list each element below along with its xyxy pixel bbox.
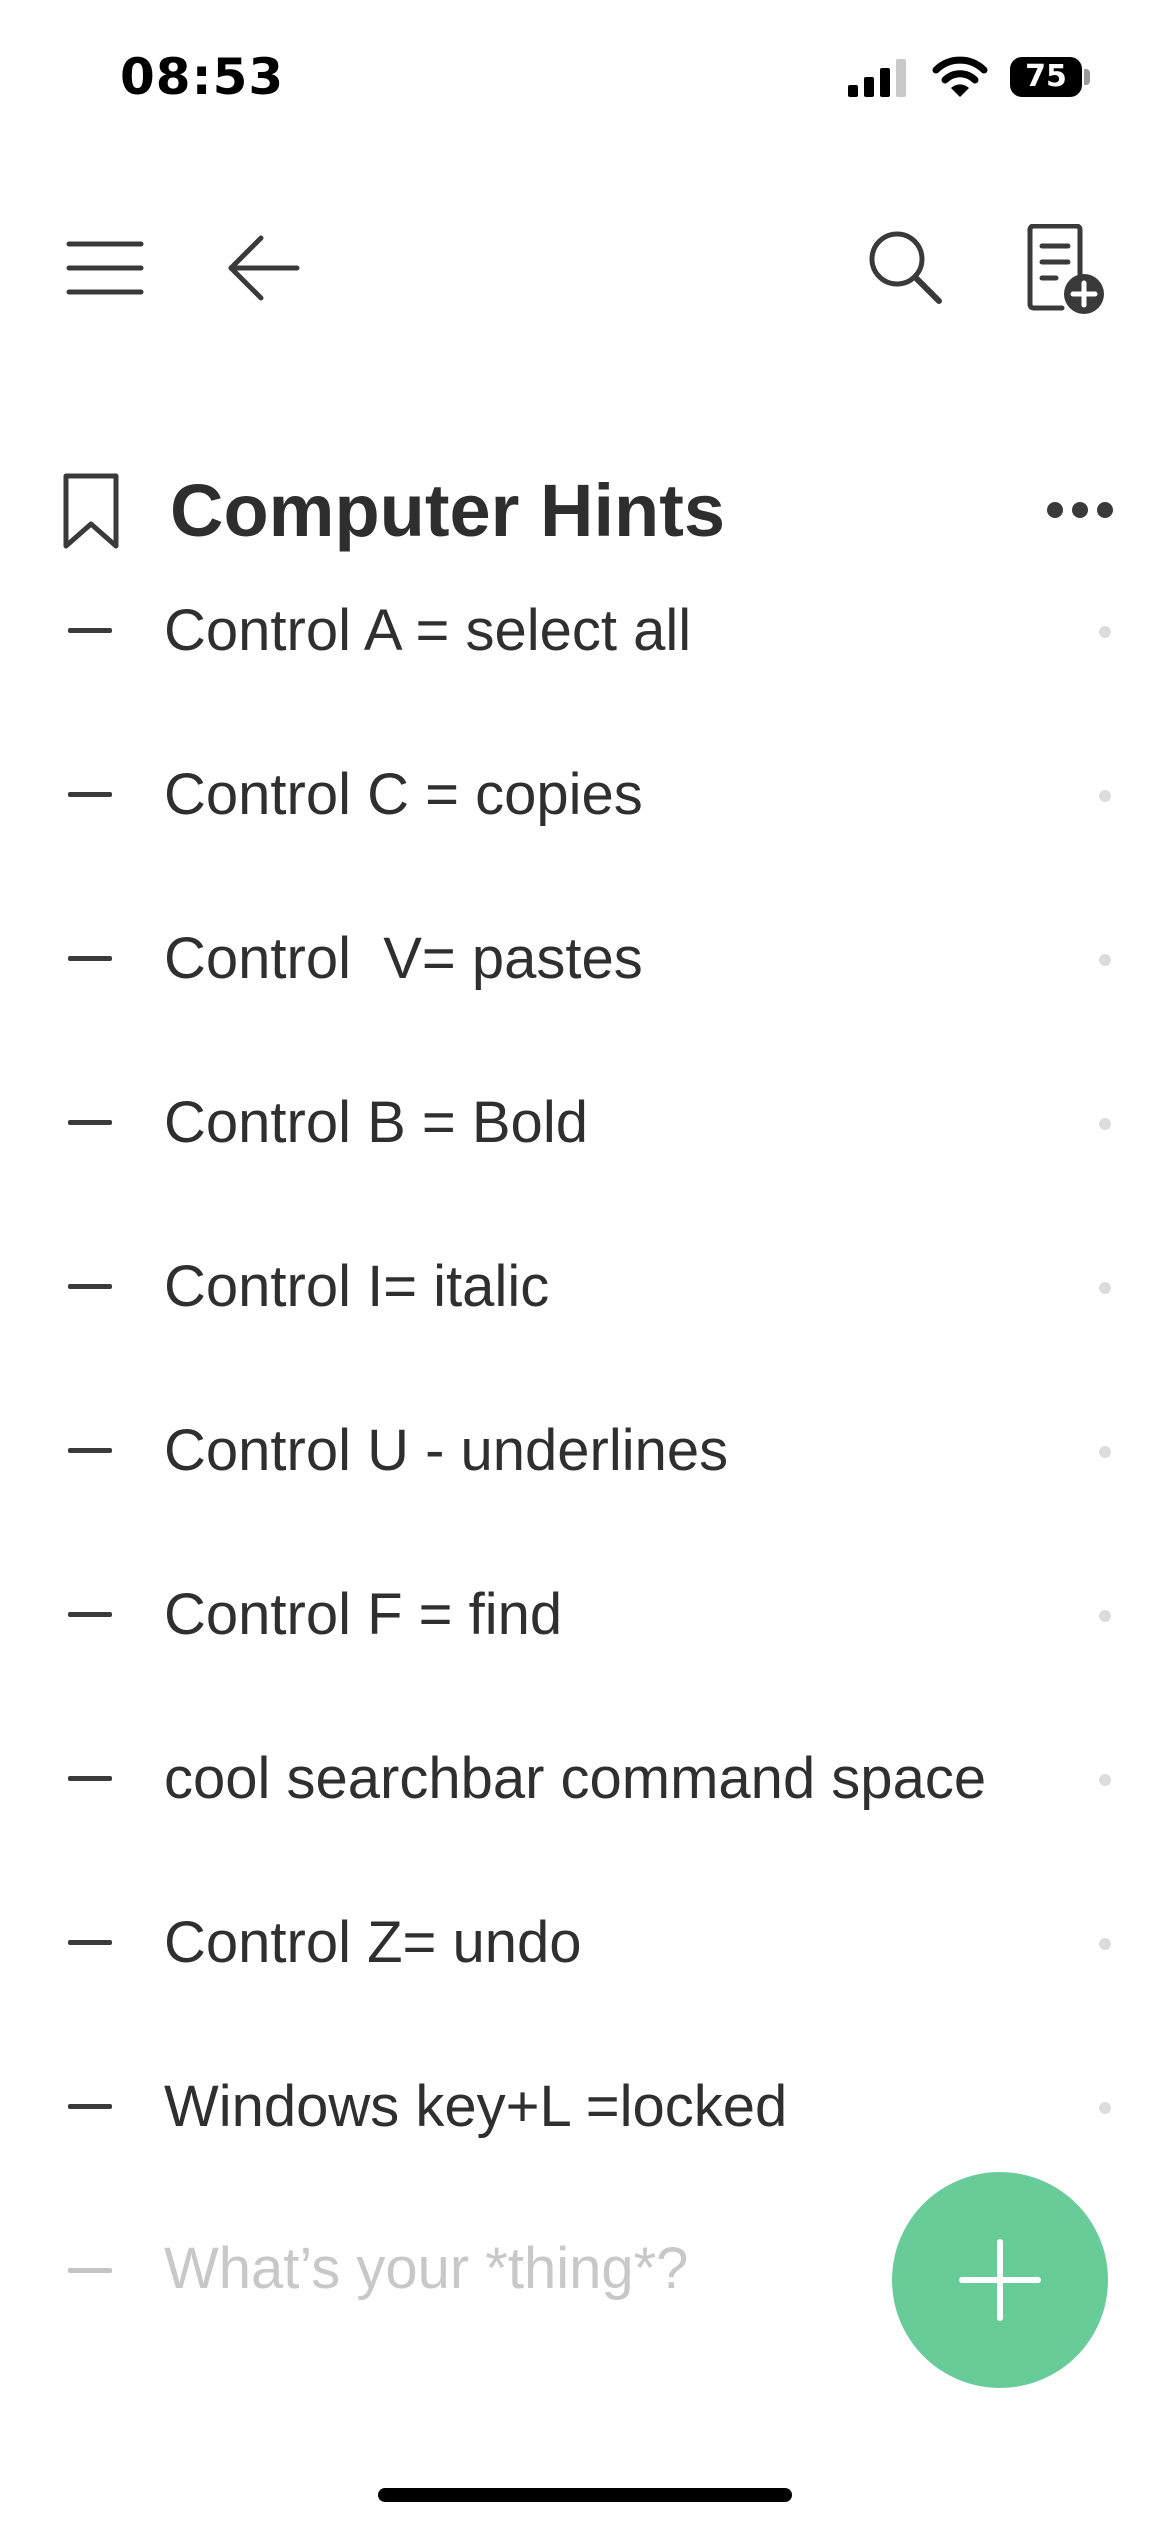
list-item-text[interactable]: Control Z= undo [164,1909,582,1976]
dash-bullet [68,1612,112,1617]
list-title[interactable]: Computer Hints [170,468,725,553]
drag-handle-dot[interactable] [1099,1610,1111,1622]
more-horizontal-icon [1047,502,1113,518]
drag-handle-dot[interactable] [1099,1774,1111,1786]
dash-bullet [68,2268,112,2273]
new-note-button[interactable] [1018,222,1108,318]
list-item[interactable]: cool searchbar command space [0,1718,1170,1838]
dash-bullet [68,1448,112,1453]
arrow-left-icon [228,235,300,301]
list-item[interactable]: Control U - underlines [0,1390,1170,1510]
list-item-text[interactable]: Control I= italic [164,1253,549,1320]
list-item[interactable]: Control A = select all [0,570,1170,690]
list-item[interactable]: Control Z= undo [0,1882,1170,2002]
list-item-text[interactable]: Control B = Bold [164,1089,588,1156]
list-item[interactable]: Control B = Bold [0,1062,1170,1182]
search-icon [869,231,942,304]
drag-handle-dot[interactable] [1099,1446,1111,1458]
battery-indicator: 75 [1010,55,1090,99]
drag-handle-dot[interactable] [1099,1118,1111,1130]
screen: 08:53 75 Computer Hints Control A = sele… [0,0,1170,2532]
drag-handle-dot[interactable] [1099,790,1111,802]
status-time: 08:53 [120,48,285,106]
new-item-input[interactable] [164,2228,864,2308]
drag-handle-dot[interactable] [1099,2102,1111,2114]
dash-bullet [68,1776,112,1781]
dash-bullet [68,792,112,797]
dash-bullet [68,956,112,961]
list-item[interactable]: Control C = copies [0,734,1170,854]
dash-bullet [68,2104,112,2109]
dash-bullet [68,1120,112,1125]
list-header: Computer Hints [60,460,1120,560]
dash-bullet [68,1940,112,1945]
search-button[interactable] [860,222,950,312]
list-item[interactable]: Control V= pastes [0,898,1170,1018]
more-options-button[interactable] [1040,480,1120,540]
bookmark-icon[interactable] [60,472,122,550]
new-note-icon [1027,224,1104,314]
list-item-text[interactable]: Control U - underlines [164,1417,728,1484]
list-item-text[interactable]: Control A = select all [164,597,691,664]
list-item-text[interactable]: Control F = find [164,1581,562,1648]
home-indicator[interactable] [378,2488,792,2502]
back-button[interactable] [220,225,306,311]
list-item[interactable]: Windows key+L =locked [0,2046,1170,2166]
cellular-signal-icon [848,59,906,97]
list-item[interactable]: Control I= italic [0,1226,1170,1346]
add-item-button[interactable] [892,2172,1108,2388]
drag-handle-dot[interactable] [1099,1938,1111,1950]
battery-level: 75 [1010,57,1082,97]
list-item-text[interactable]: Windows key+L =locked [164,2073,787,2140]
battery-tip [1084,69,1090,85]
menu-button[interactable] [62,225,148,311]
hamburger-menu-icon [66,241,144,295]
dash-bullet [68,1284,112,1289]
list-item-text[interactable]: Control C = copies [164,761,643,828]
status-icons: 75 [846,52,1090,102]
list-item-text[interactable]: cool searchbar command space [164,1745,986,1812]
drag-handle-dot[interactable] [1099,954,1111,966]
plus-icon [959,2239,1041,2321]
drag-handle-dot[interactable] [1099,626,1111,638]
list-item[interactable]: Control F = find [0,1554,1170,1674]
item-list: Control A = select all Control C = copie… [0,0,1170,2532]
wifi-icon [932,56,988,97]
dash-bullet [68,628,112,633]
list-item-text[interactable]: Control V= pastes [164,925,643,992]
drag-handle-dot[interactable] [1099,1282,1111,1294]
